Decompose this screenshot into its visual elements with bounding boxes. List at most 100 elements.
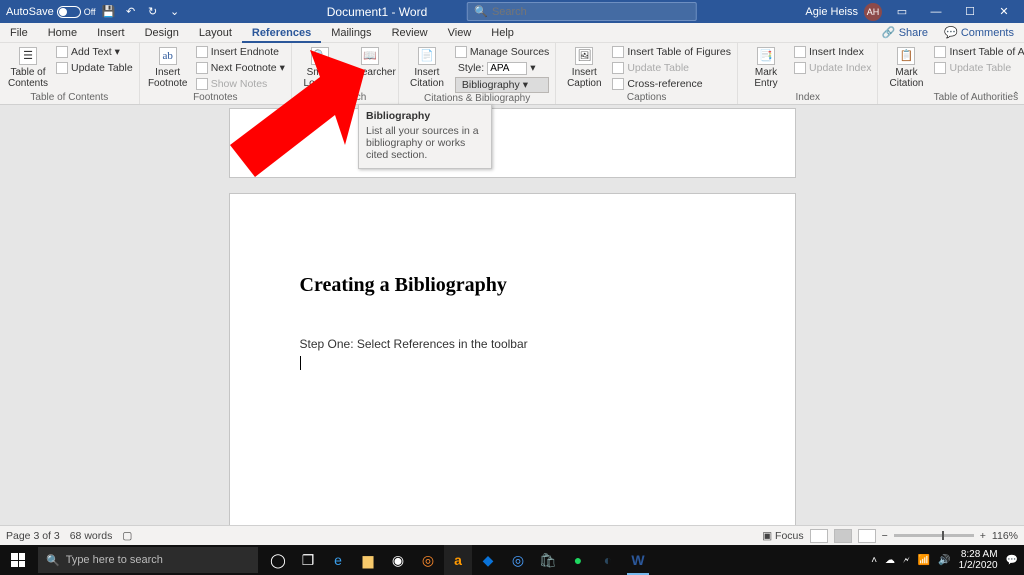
tab-references[interactable]: References: [242, 23, 321, 43]
tab-insert[interactable]: Insert: [87, 23, 135, 43]
tab-layout[interactable]: Layout: [189, 23, 242, 43]
steam-icon[interactable]: ◐: [594, 545, 622, 575]
spotify-icon[interactable]: ●: [564, 545, 592, 575]
page-info[interactable]: Page 3 of 3: [6, 530, 60, 542]
add-text-button[interactable]: Add Text ▾: [56, 45, 133, 59]
close-icon[interactable]: ✕: [990, 0, 1018, 23]
group-captions: 🖼 Insert Caption Insert Table of Figures…: [556, 43, 738, 104]
customize-qat-icon[interactable]: ⌄: [166, 3, 184, 21]
smart-lookup-button[interactable]: 🔍 Smart Lookup: [298, 45, 342, 92]
word-icon[interactable]: W: [624, 545, 652, 575]
next-footnote-button[interactable]: Next Footnote ▾: [196, 61, 285, 75]
tab-view[interactable]: View: [438, 23, 482, 43]
tab-help[interactable]: Help: [481, 23, 524, 43]
insert-table-figures-button[interactable]: Insert Table of Figures: [612, 45, 731, 59]
tab-review[interactable]: Review: [382, 23, 438, 43]
mark-entry-button[interactable]: 📑 Mark Entry: [744, 45, 788, 92]
tab-home[interactable]: Home: [38, 23, 87, 43]
insert-index-icon: [794, 46, 806, 58]
mark-citation-button[interactable]: 📋 Mark Citation: [884, 45, 928, 92]
zoom-slider[interactable]: [894, 534, 974, 537]
toggle-pill[interactable]: [57, 6, 81, 18]
redo-icon[interactable]: ↻: [144, 3, 162, 21]
windows-taskbar: 🔍 Type here to search ◯ ❐ e ▆ ◉ ◎ a ◆ ◎ …: [0, 545, 1024, 575]
zoom-percent[interactable]: 116%: [992, 530, 1018, 542]
comments-button[interactable]: 💬 Comments: [938, 26, 1020, 39]
print-layout-button[interactable]: [834, 529, 852, 543]
tell-me-search[interactable]: 🔍: [467, 2, 697, 21]
wifi-icon[interactable]: 📶: [918, 555, 930, 566]
share-button[interactable]: 🔗 Share: [876, 26, 934, 39]
group-label: Citations & Bibliography: [405, 93, 549, 104]
autosave-toggle[interactable]: AutoSave Off: [6, 6, 96, 18]
researcher-icon: 📖: [361, 47, 379, 65]
system-tray: ˄ ☁ 🗲 📶 🔊 8:28 AM 1/2/2020 💬: [871, 549, 1024, 571]
page-current[interactable]: Creating a Bibliography Step One: Select…: [229, 193, 796, 542]
spell-check-icon[interactable]: ▢: [122, 530, 132, 542]
group-research: 🔍 Smart Lookup 📖 Researcher Research: [292, 43, 399, 104]
search-input[interactable]: [492, 6, 690, 18]
footnote-icon: ab: [159, 47, 177, 65]
update-index-icon: [794, 62, 806, 74]
mark-citation-icon: 📋: [897, 47, 915, 65]
ribbon-display-options-icon[interactable]: ▭: [888, 0, 916, 23]
explorer-icon[interactable]: ▆: [354, 545, 382, 575]
firefox-icon[interactable]: ◎: [414, 545, 442, 575]
tab-design[interactable]: Design: [135, 23, 189, 43]
amazon-icon[interactable]: a: [444, 545, 472, 575]
chrome-icon[interactable]: ◉: [384, 545, 412, 575]
zoom-in-button[interactable]: +: [980, 530, 986, 542]
maximize-icon[interactable]: ☐: [956, 0, 984, 23]
charging-icon[interactable]: 🗲: [903, 555, 910, 566]
group-label: Index: [744, 92, 871, 104]
cortana-icon[interactable]: ◯: [264, 545, 292, 575]
autosave-label: AutoSave: [6, 6, 54, 18]
table-of-contents-button[interactable]: ☰ Table of Contents: [6, 45, 50, 92]
taskbar-search-placeholder: Type here to search: [66, 554, 163, 566]
text-cursor-line[interactable]: [300, 355, 725, 370]
insert-toa-button[interactable]: Insert Table of Authorities: [934, 45, 1024, 59]
update-toa-icon: [934, 62, 946, 74]
volume-icon[interactable]: 🔊: [938, 555, 950, 566]
taskbar-clock[interactable]: 8:28 AM 1/2/2020: [959, 549, 998, 571]
word-count[interactable]: 68 words: [70, 530, 113, 542]
group-label: Table of Contents: [6, 92, 133, 104]
minimize-icon[interactable]: —: [922, 0, 950, 23]
web-layout-button[interactable]: [858, 529, 876, 543]
undo-icon[interactable]: ↶: [122, 3, 140, 21]
firefox-dev-icon[interactable]: ◎: [504, 545, 532, 575]
notifications-icon[interactable]: 💬: [1006, 555, 1018, 566]
tab-file[interactable]: File: [0, 23, 38, 43]
task-view-icon[interactable]: ❐: [294, 545, 322, 575]
focus-mode-button[interactable]: ▣ Focus: [762, 530, 803, 542]
insert-citation-button[interactable]: 📄 Insert Citation: [405, 45, 449, 93]
onedrive-icon[interactable]: ☁: [885, 555, 895, 566]
dropbox-icon[interactable]: ◆: [474, 545, 502, 575]
read-mode-button[interactable]: [810, 529, 828, 543]
researcher-button[interactable]: 📖 Researcher: [348, 45, 392, 92]
document-workspace[interactable]: Creating a Bibliography Step One: Select…: [0, 105, 1024, 542]
taskbar-search[interactable]: 🔍 Type here to search: [38, 547, 258, 573]
collapse-ribbon-icon[interactable]: ⌃: [1012, 91, 1020, 102]
style-combo[interactable]: Style: ▾: [455, 61, 549, 75]
tray-expand-icon[interactable]: ˄: [871, 555, 877, 566]
insert-endnote-button[interactable]: Insert Endnote: [196, 45, 285, 59]
insert-index-button[interactable]: Insert Index: [794, 45, 871, 59]
user-avatar[interactable]: AH: [864, 3, 882, 21]
bibliography-button[interactable]: Bibliography ▾: [455, 77, 549, 93]
search-icon: 🔍: [474, 5, 488, 18]
cross-reference-button[interactable]: Cross-reference: [612, 77, 731, 91]
style-value[interactable]: [487, 62, 527, 75]
tab-mailings[interactable]: Mailings: [321, 23, 381, 43]
update-table-button[interactable]: Update Table: [56, 61, 133, 75]
store-icon[interactable]: 🛍: [534, 545, 562, 575]
insert-caption-button[interactable]: 🖼 Insert Caption: [562, 45, 606, 92]
document-title: Document1 - Word: [327, 5, 427, 19]
save-icon[interactable]: 💾: [100, 3, 118, 21]
insert-footnote-button[interactable]: ab Insert Footnote: [146, 45, 190, 92]
cross-ref-icon: [612, 78, 624, 90]
start-button[interactable]: [0, 545, 36, 575]
zoom-out-button[interactable]: −: [882, 530, 888, 542]
edge-icon[interactable]: e: [324, 545, 352, 575]
manage-sources-button[interactable]: Manage Sources: [455, 45, 549, 59]
